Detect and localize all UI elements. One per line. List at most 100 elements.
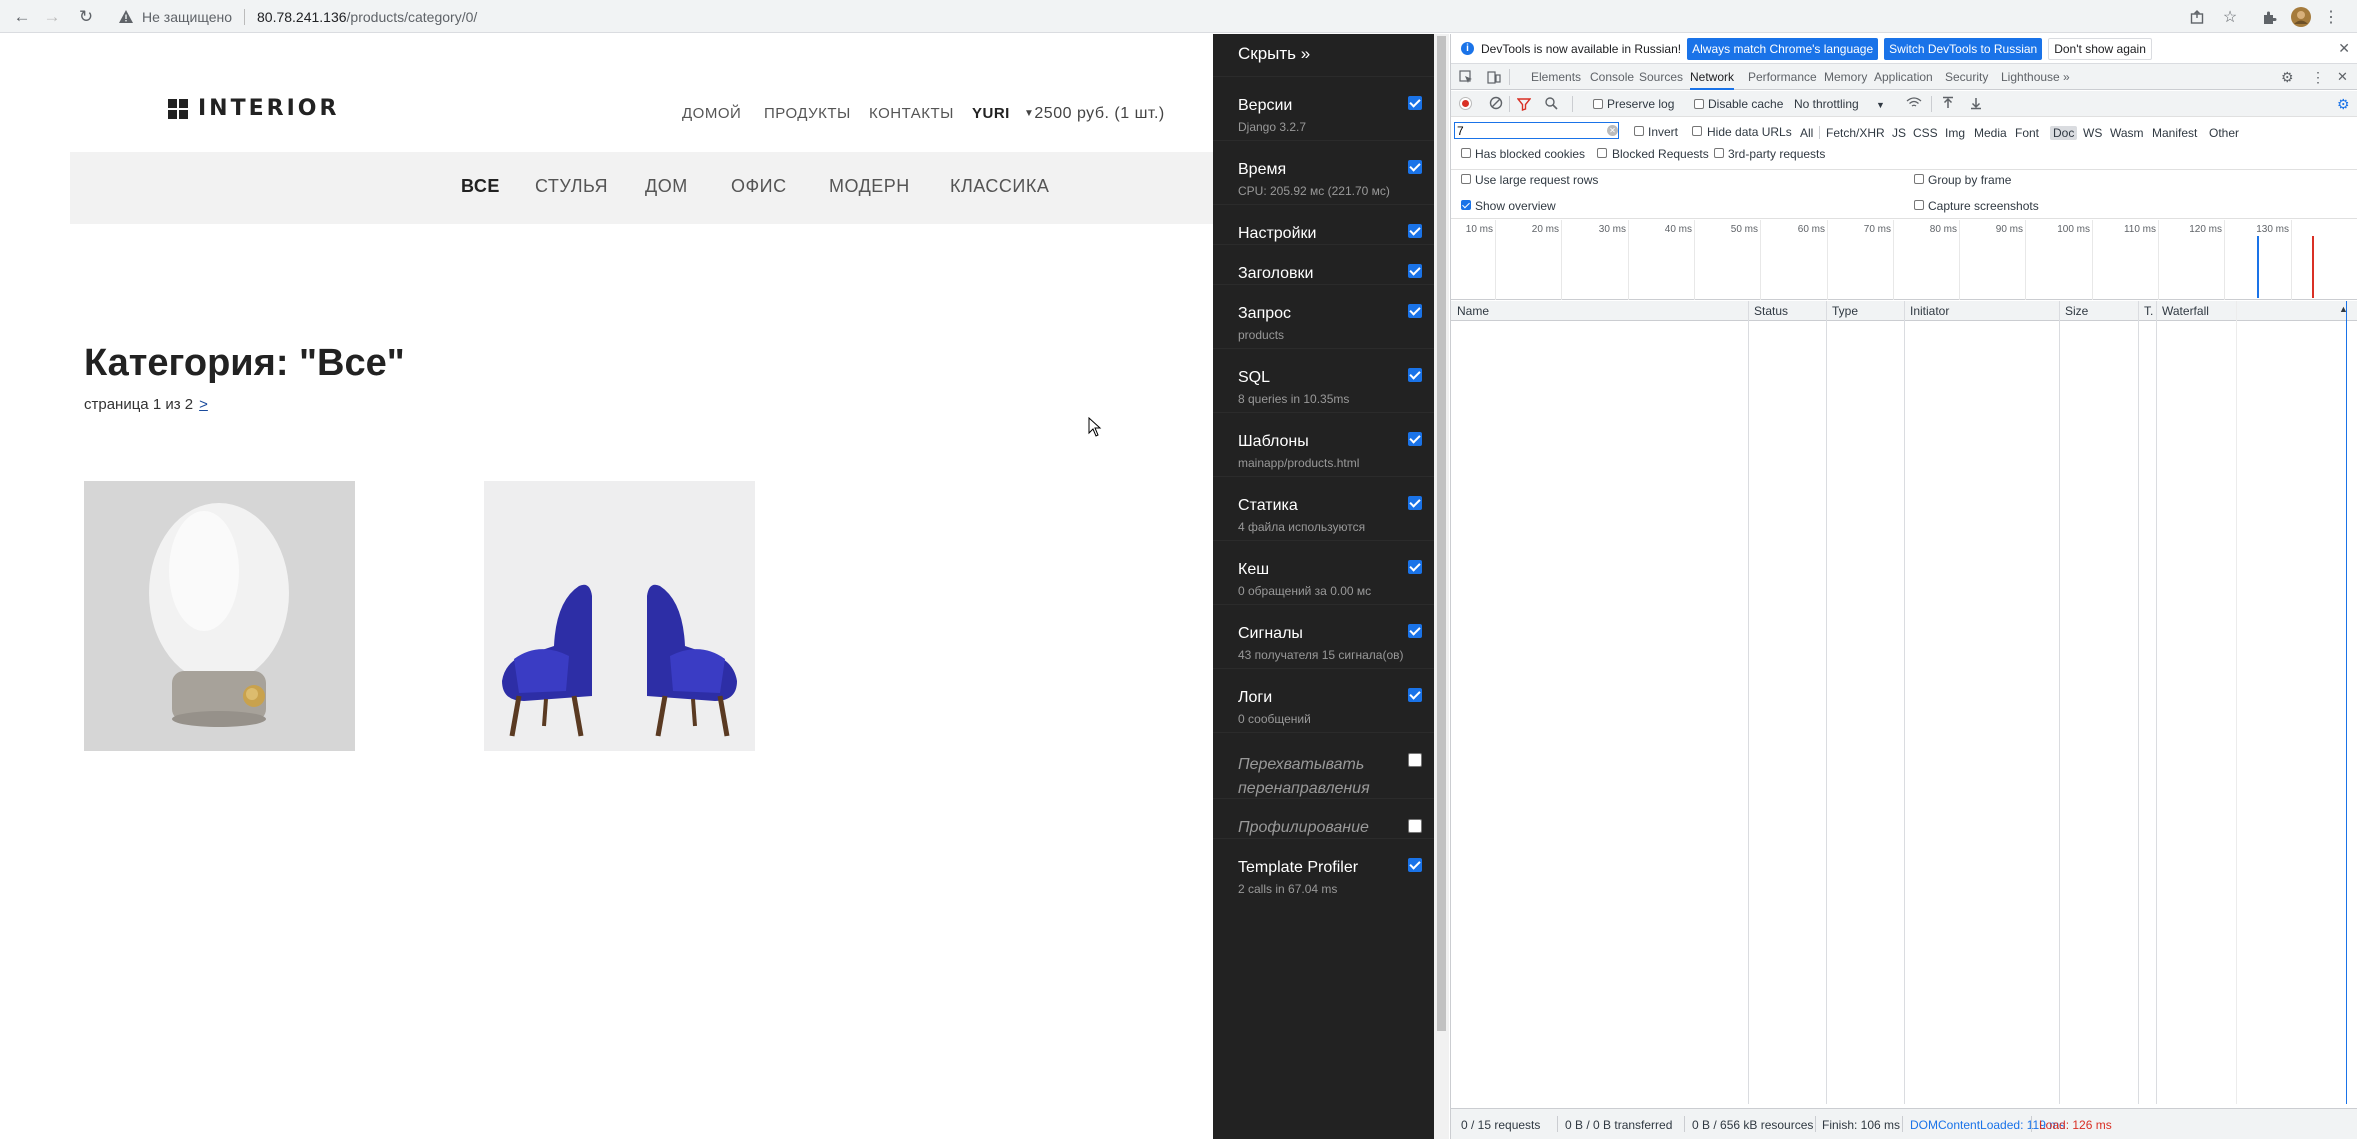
network-settings-gear-icon[interactable]: ⚙ bbox=[2337, 96, 2350, 113]
panel-toggle-checkbox[interactable] bbox=[1408, 224, 1422, 238]
third-party-checkbox[interactable] bbox=[1714, 148, 1724, 158]
nav-user[interactable]: YURI bbox=[972, 105, 1010, 122]
panel-sql[interactable]: SQL 8 queries in 10.35ms bbox=[1213, 348, 1434, 412]
group-by-frame-checkbox[interactable] bbox=[1914, 174, 1924, 184]
inspect-element-icon[interactable] bbox=[1459, 70, 1473, 84]
show-overview-checkbox[interactable] bbox=[1461, 200, 1471, 210]
filter-type-ws[interactable]: WS bbox=[2083, 126, 2102, 140]
site-logo[interactable]: INTERIOR bbox=[168, 96, 339, 121]
filter-icon[interactable] bbox=[1517, 97, 1531, 111]
menu-kebab-icon[interactable]: ⋮ bbox=[2320, 6, 2342, 28]
panel-toggle-checkbox[interactable] bbox=[1408, 688, 1422, 702]
filter-type-doc[interactable]: Doc bbox=[2050, 126, 2078, 140]
filter-type-media[interactable]: Media bbox=[1974, 126, 2007, 140]
product-card-lamp[interactable] bbox=[84, 481, 355, 751]
panel-toggle-checkbox[interactable] bbox=[1408, 753, 1422, 767]
panel-toggle-checkbox[interactable] bbox=[1408, 160, 1422, 174]
invert-checkbox[interactable] bbox=[1634, 126, 1644, 136]
blocked-requests-checkbox[interactable] bbox=[1597, 148, 1607, 158]
column-status[interactable]: Status bbox=[1754, 304, 1788, 318]
import-har-icon[interactable] bbox=[1941, 96, 1955, 110]
large-rows-checkbox[interactable] bbox=[1461, 174, 1471, 184]
filter-input[interactable] bbox=[1454, 122, 1619, 139]
panel-cache[interactable]: Кеш 0 обращений за 0.00 мс bbox=[1213, 540, 1434, 604]
network-overview-timeline[interactable]: 10 ms 20 ms 30 ms 40 ms 50 ms 60 ms 70 ms 80 ms… bbox=[1451, 220, 2357, 300]
page-scrollbar[interactable] bbox=[1434, 34, 1449, 1139]
panel-toggle-checkbox[interactable] bbox=[1408, 368, 1422, 382]
scrollbar-thumb[interactable] bbox=[1437, 36, 1446, 1031]
filter-type-css[interactable]: CSS bbox=[1913, 126, 1938, 140]
address-bar[interactable]: Не защищено 80.78.241.136/products/categ… bbox=[108, 3, 2173, 30]
column-name[interactable]: Name bbox=[1457, 304, 1489, 318]
tab-performance[interactable]: Performance bbox=[1748, 64, 1817, 90]
settings-gear-icon[interactable]: ⚙ bbox=[2281, 64, 2294, 90]
switch-language-button[interactable]: Switch DevTools to Russian bbox=[1884, 37, 2043, 60]
panel-settings[interactable]: Настройки bbox=[1213, 204, 1434, 244]
tab-security[interactable]: Security bbox=[1945, 64, 1988, 90]
column-size[interactable]: Size bbox=[2065, 304, 2088, 318]
more-tabs-icon[interactable]: » bbox=[2063, 64, 2070, 90]
column-time[interactable]: T. bbox=[2144, 304, 2153, 318]
category-chairs[interactable]: стулья bbox=[535, 176, 608, 197]
clear-icon[interactable] bbox=[1489, 96, 1503, 110]
profile-avatar-icon[interactable] bbox=[2290, 6, 2312, 28]
has-blocked-cookies-checkbox[interactable] bbox=[1461, 148, 1471, 158]
product-card-chairs[interactable] bbox=[484, 481, 755, 751]
filter-type-wasm[interactable]: Wasm bbox=[2110, 126, 2144, 140]
category-all[interactable]: все bbox=[461, 176, 500, 197]
column-type[interactable]: Type bbox=[1832, 304, 1858, 318]
panel-static[interactable]: Статика 4 файла используются bbox=[1213, 476, 1434, 540]
tab-lighthouse[interactable]: Lighthouse bbox=[2001, 64, 2060, 90]
panel-time[interactable]: Время CPU: 205.92 мс (221.70 мс) bbox=[1213, 140, 1434, 204]
export-har-icon[interactable] bbox=[1969, 96, 1983, 110]
dont-show-again-button[interactable]: Don't show again bbox=[2048, 37, 2152, 60]
panel-intercept-redirects[interactable]: Перехватывать перенаправления bbox=[1213, 732, 1434, 798]
panel-toggle-checkbox[interactable] bbox=[1408, 560, 1422, 574]
network-conditions-icon[interactable] bbox=[1906, 96, 1922, 110]
panel-toggle-checkbox[interactable] bbox=[1408, 496, 1422, 510]
nav-products[interactable]: Продукты bbox=[764, 105, 851, 122]
throttling-select[interactable]: No throttling ▼ bbox=[1794, 97, 1885, 111]
close-devtools-icon[interactable]: ✕ bbox=[2337, 64, 2348, 90]
disable-cache-checkbox[interactable] bbox=[1694, 99, 1704, 109]
panel-signals[interactable]: Сигналы 43 получателя 15 сигнала(ов) bbox=[1213, 604, 1434, 668]
filter-type-font[interactable]: Font bbox=[2015, 126, 2039, 140]
cart-dropdown[interactable]: ▼2500 руб. (1 шт.) bbox=[1024, 105, 1165, 123]
category-classic[interactable]: классика bbox=[950, 176, 1049, 197]
panel-toggle-checkbox[interactable] bbox=[1408, 858, 1422, 872]
tab-network[interactable]: Network bbox=[1690, 64, 1735, 90]
devtools-menu-icon[interactable]: ⋮ bbox=[2311, 64, 2325, 90]
extensions-icon[interactable] bbox=[2258, 6, 2280, 28]
panel-toggle-checkbox[interactable] bbox=[1408, 264, 1422, 278]
filter-type-all[interactable]: All bbox=[1800, 126, 1813, 140]
category-home[interactable]: дом bbox=[645, 176, 688, 197]
panel-toggle-checkbox[interactable] bbox=[1408, 304, 1422, 318]
filter-type-manifest[interactable]: Manifest bbox=[2152, 126, 2197, 140]
column-waterfall[interactable]: Waterfall bbox=[2162, 304, 2209, 318]
tab-memory[interactable]: Memory bbox=[1824, 64, 1867, 90]
forward-icon[interactable]: → bbox=[41, 6, 63, 28]
match-language-button[interactable]: Always match Chrome's language bbox=[1687, 37, 1879, 60]
preserve-log-checkbox[interactable] bbox=[1593, 99, 1603, 109]
panel-toggle-checkbox[interactable] bbox=[1408, 624, 1422, 638]
hide-data-urls-checkbox[interactable] bbox=[1692, 126, 1702, 136]
reload-icon[interactable]: ↻ bbox=[75, 6, 97, 28]
device-toolbar-icon[interactable] bbox=[1487, 70, 1501, 84]
tab-application[interactable]: Application bbox=[1874, 64, 1933, 90]
tab-sources[interactable]: Sources bbox=[1639, 64, 1683, 90]
panel-request[interactable]: Запрос products bbox=[1213, 284, 1434, 348]
bookmark-star-icon[interactable]: ☆ bbox=[2219, 6, 2241, 28]
share-icon[interactable] bbox=[2186, 6, 2208, 28]
filter-type-fetch[interactable]: Fetch/XHR bbox=[1826, 126, 1885, 140]
capture-screenshots-checkbox[interactable] bbox=[1914, 200, 1924, 210]
panel-headers[interactable]: Заголовки bbox=[1213, 244, 1434, 284]
panel-toggle-checkbox[interactable] bbox=[1408, 819, 1422, 833]
column-initiator[interactable]: Initiator bbox=[1910, 304, 1949, 318]
panel-versions[interactable]: Версии Django 3.2.7 bbox=[1213, 76, 1434, 140]
panel-profiling[interactable]: Профилирование bbox=[1213, 798, 1434, 838]
filter-type-img[interactable]: Img bbox=[1945, 126, 1965, 140]
close-infobar-icon[interactable]: ✕ bbox=[2338, 40, 2350, 57]
panel-logs[interactable]: Логи 0 сообщений bbox=[1213, 668, 1434, 732]
nav-contacts[interactable]: Контакты bbox=[869, 105, 954, 122]
clear-filter-icon[interactable]: ✕ bbox=[1607, 125, 1618, 136]
